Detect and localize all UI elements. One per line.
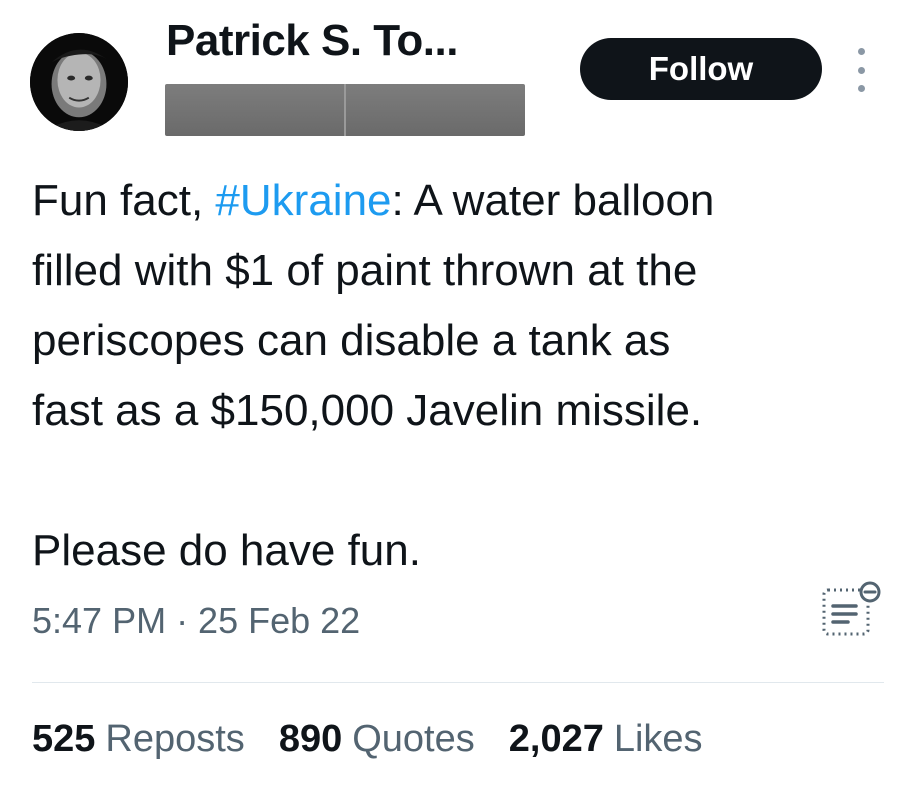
tweet-text-segment: : A water balloon <box>391 176 715 225</box>
quotes-stat[interactable]: 890 Quotes <box>279 718 475 761</box>
translate-icon[interactable] <box>818 580 882 640</box>
engagement-stats: 525 Reposts 890 Quotes 2,027 Likes <box>32 718 703 761</box>
tweet-line: filled with $1 of paint thrown at the <box>32 246 698 295</box>
more-vertical-icon[interactable] <box>846 48 876 92</box>
tweet-text: Fun fact, #Ukraine: A water balloon fill… <box>32 166 882 586</box>
likes-count: 2,027 <box>508 718 604 760</box>
reposts-stat[interactable]: 525 Reposts <box>32 718 245 761</box>
tweet-line: Fun fact, #Ukraine: A water balloon <box>32 166 882 236</box>
quotes-count: 890 <box>278 718 343 760</box>
follow-button[interactable]: Follow <box>580 38 822 100</box>
hashtag-link[interactable]: #Ukraine <box>215 176 391 225</box>
avatar-image <box>30 33 128 131</box>
likes-label: Likes <box>613 718 703 760</box>
redacted-handle <box>165 84 525 136</box>
tweet-text-segment: Fun fact, <box>32 176 216 225</box>
divider <box>32 682 884 683</box>
avatar[interactable] <box>30 33 128 131</box>
tweet-timestamp[interactable]: 5:47 PM · 25 Feb 22 <box>32 600 360 642</box>
tweet-line: fast as a $150,000 Javelin missile. <box>32 386 703 435</box>
author-display-name[interactable]: Patrick S. To... <box>166 16 458 66</box>
tweet-line: periscopes can disable a tank as <box>32 316 671 365</box>
likes-stat[interactable]: 2,027 Likes <box>509 718 703 761</box>
reposts-count: 525 <box>32 718 96 760</box>
quotes-label: Quotes <box>352 718 475 760</box>
tweet-line: Please do have fun. <box>32 526 421 575</box>
reposts-label: Reposts <box>105 718 245 760</box>
